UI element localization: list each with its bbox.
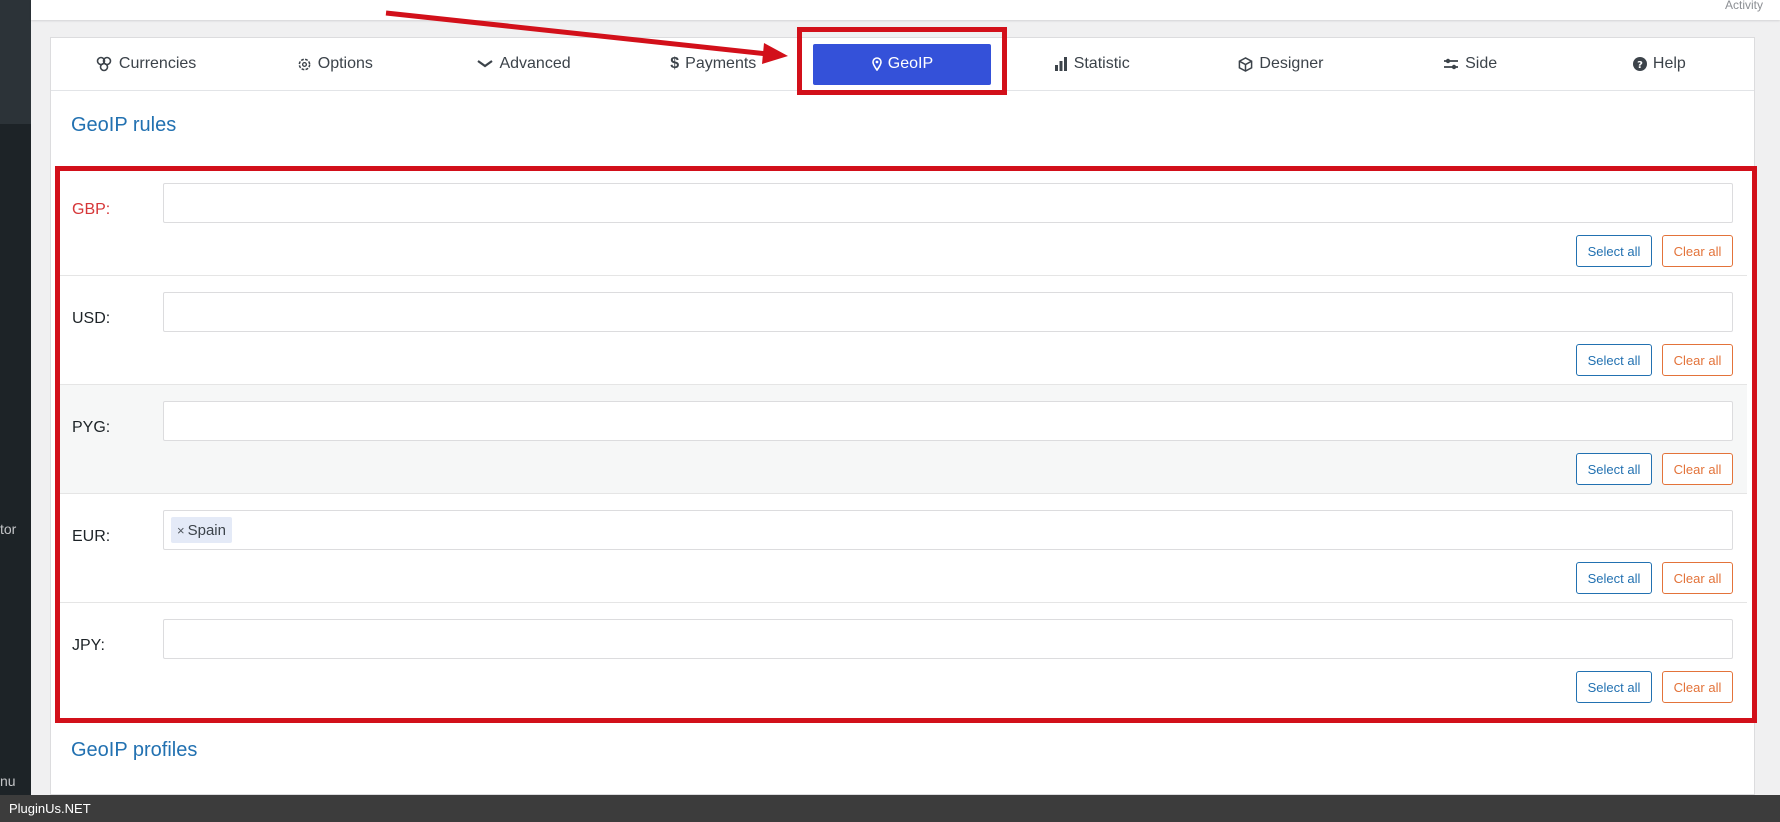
chevron-down-icon: [477, 60, 494, 68]
tab-label: Side: [1465, 55, 1498, 72]
tab-label: Payments: [685, 55, 757, 72]
coins-icon: [96, 56, 112, 72]
tab-designer[interactable]: Designer: [1186, 38, 1375, 90]
tab-label: Help: [1652, 55, 1686, 72]
tab-label: Options: [317, 55, 373, 72]
tab-advanced[interactable]: Advanced: [429, 38, 618, 90]
gear-icon: [298, 58, 311, 70]
sidebar-menu-fragment[interactable]: nu: [0, 773, 16, 789]
footer-bar: PluginUs.NET: [0, 795, 1780, 822]
tab-currencies[interactable]: Currencies: [51, 38, 240, 90]
admin-sidebar-active-area: [0, 0, 31, 124]
cube-icon: [1239, 56, 1253, 72]
tab-help[interactable]: ? Help: [1565, 38, 1754, 90]
tab-options[interactable]: Options: [240, 38, 429, 90]
tab-label: Currencies: [118, 55, 197, 72]
header-strip: Activity: [31, 0, 1780, 20]
tab-label: Advanced: [499, 55, 571, 72]
activity-link[interactable]: Activity: [1725, 0, 1763, 12]
svg-text:?: ?: [1637, 60, 1643, 71]
geoip-profiles-title: GeoIP profiles: [71, 739, 198, 761]
admin-sidebar: tor nu: [0, 0, 31, 795]
tab-statistic[interactable]: Statistic: [997, 38, 1186, 90]
sliders-icon: [1444, 58, 1459, 70]
tab-label: Statistic: [1073, 55, 1130, 72]
dollar-icon: $: [670, 55, 680, 72]
sidebar-menu-fragment[interactable]: tor: [0, 521, 16, 537]
tab-label: Designer: [1259, 55, 1324, 72]
tab-side[interactable]: Side: [1376, 38, 1565, 90]
tab-payments[interactable]: $ Payments: [619, 38, 808, 90]
highlight-box-rules: [55, 166, 1757, 723]
highlight-box-tab: [797, 27, 1007, 95]
question-circle-icon: ?: [1632, 57, 1647, 71]
bar-chart-icon: [1054, 57, 1067, 71]
geoip-rules-title: GeoIP rules: [71, 114, 177, 136]
